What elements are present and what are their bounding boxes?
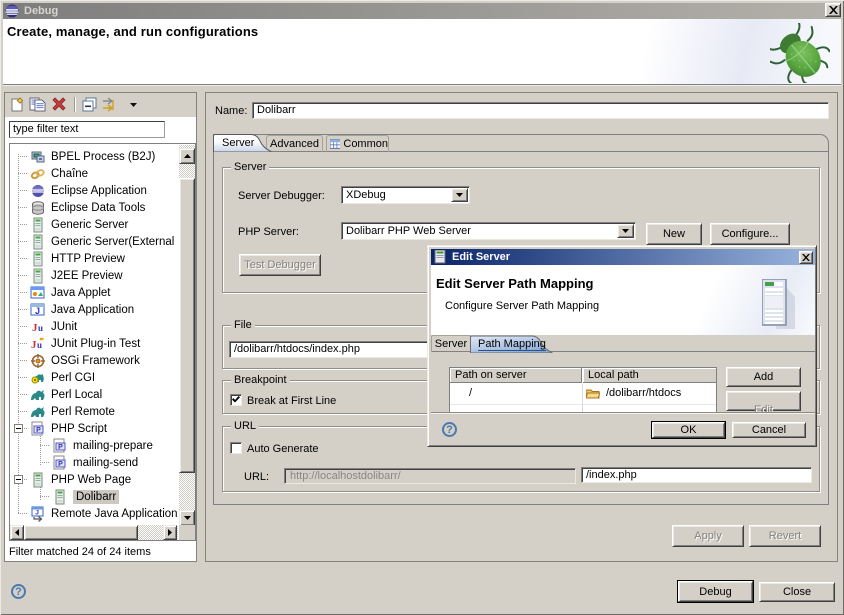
svg-text:J: J — [35, 509, 39, 516]
svg-text:P: P — [58, 444, 63, 451]
svg-text:J: J — [35, 306, 40, 316]
svg-text:P: P — [58, 461, 63, 468]
svg-text:u: u — [38, 323, 43, 333]
svg-text:P: P — [36, 427, 41, 434]
svg-text:u: u — [37, 340, 42, 350]
